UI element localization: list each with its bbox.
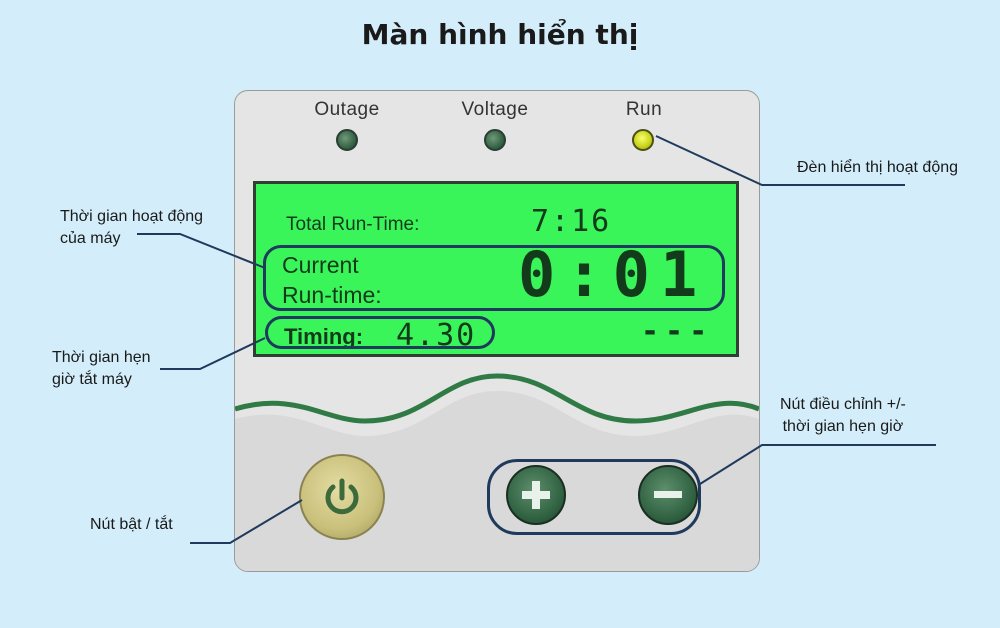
adjust-callout-line2: thời gian hẹn giờ — [782, 418, 904, 435]
runtime-callout-line2: của máy — [60, 230, 121, 247]
adjust-callout: Nút điều chỉnh +/- thời gian hẹn giờ — [780, 394, 906, 438]
adjust-callout-line1: Nút điều chỉnh +/- — [780, 396, 906, 413]
power-callout: Nút bật / tắt — [90, 516, 173, 533]
timer-callout-line1: Thời gian hẹn — [52, 349, 151, 366]
run-light-callout: Đèn hiển thị hoạt động — [797, 159, 959, 176]
timer-callout: Thời gian hẹn giờ tắt máy — [52, 347, 151, 391]
runtime-callout-line1: Thời gian hoạt động — [60, 208, 204, 225]
timer-callout-line2: giờ tắt máy — [52, 371, 132, 388]
runtime-callout: Thời gian hoạt động của máy — [60, 206, 203, 250]
